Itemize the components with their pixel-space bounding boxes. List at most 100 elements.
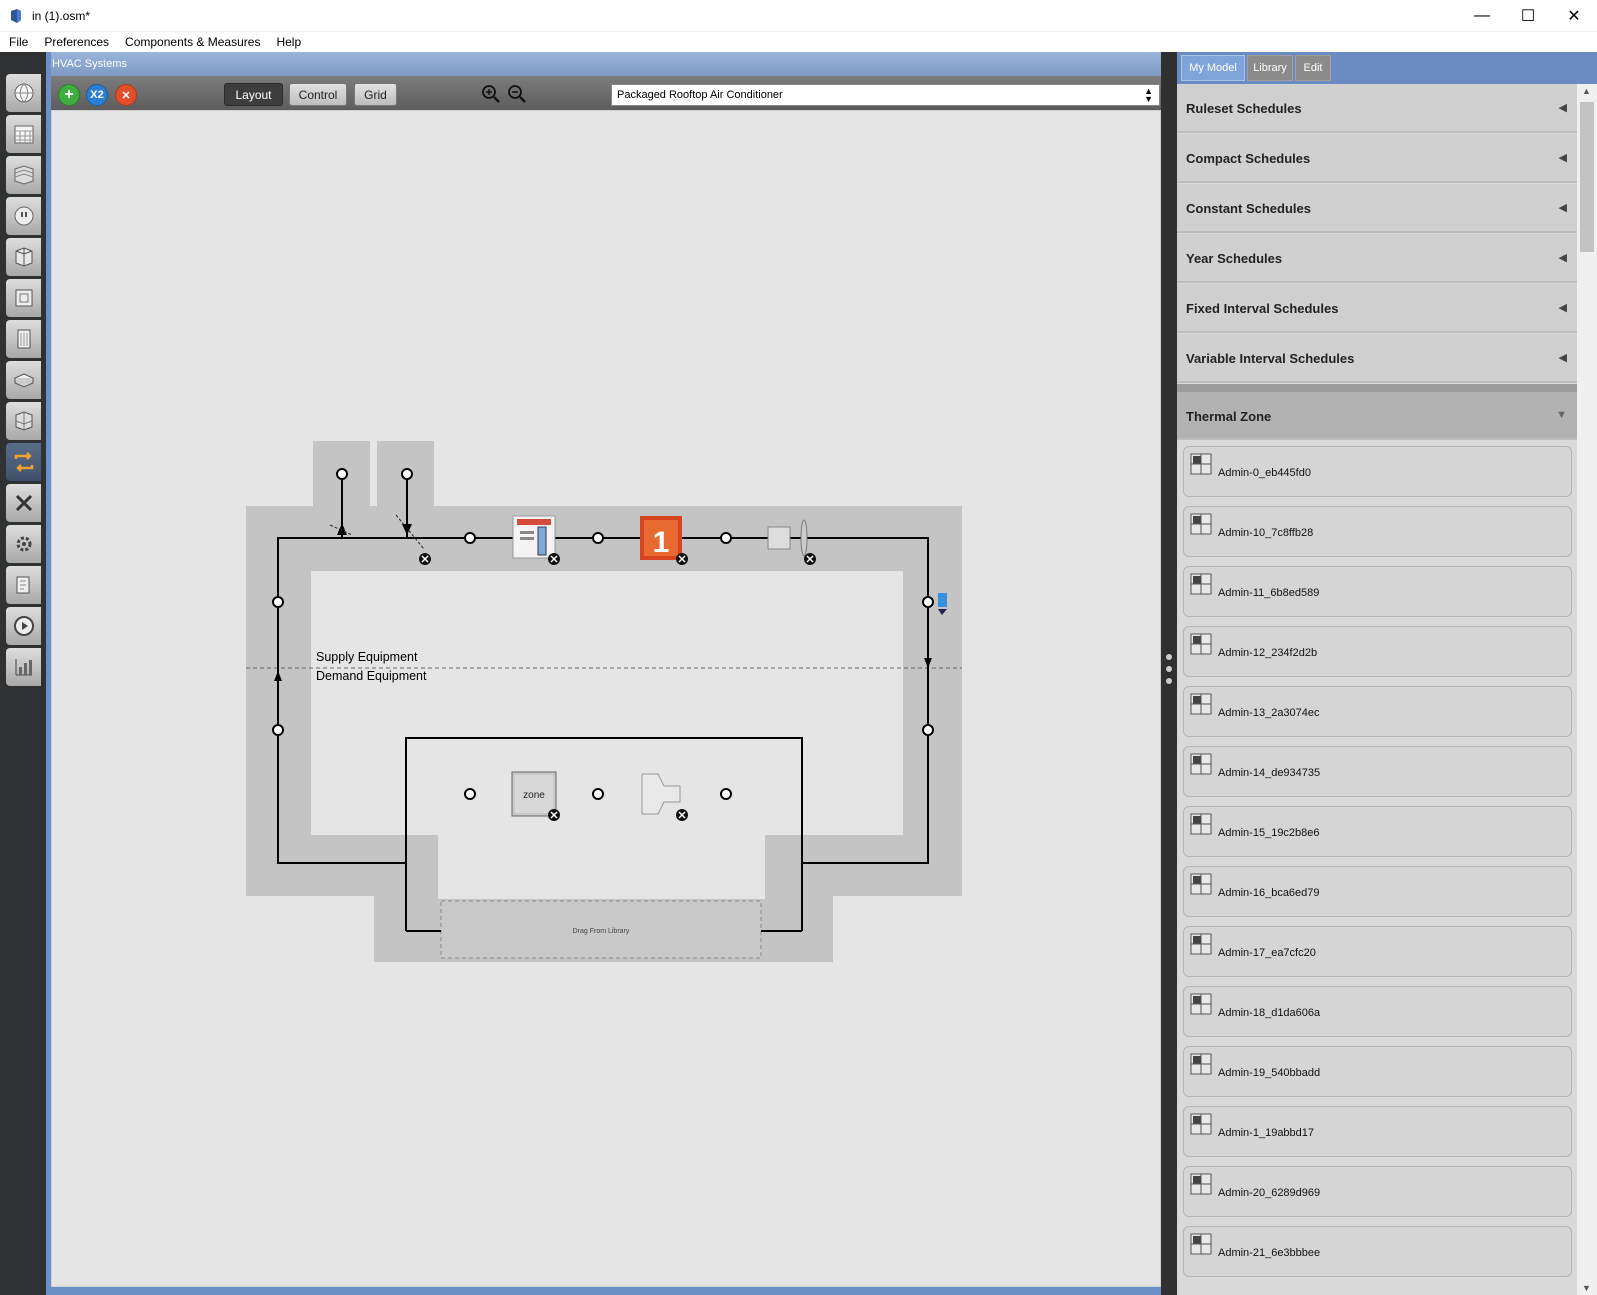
thermal-zone-icon — [1190, 873, 1212, 895]
scroll-up-icon[interactable]: ▲ — [1582, 86, 1591, 96]
results-icon — [15, 659, 32, 676]
constant-schedules-header[interactable]: Constant Schedules ◀ — [1177, 184, 1577, 233]
spaces-tab[interactable] — [6, 361, 41, 399]
run-simulation-tab[interactable] — [6, 607, 41, 645]
collapse-arrow-icon: ◀ — [1558, 102, 1567, 114]
thermal-zone-item[interactable]: Admin-14_de934735 — [1183, 746, 1572, 797]
hvac-systems-tab[interactable] — [6, 443, 41, 481]
right-panel-tabs: My Model Library Edit — [1177, 52, 1597, 84]
ruleset-schedules-header[interactable]: Ruleset Schedules ◀ — [1177, 84, 1577, 133]
output-variables-tab[interactable] — [6, 484, 41, 522]
schedules-tab[interactable] — [6, 115, 41, 153]
thermal-zone-name: Admin-13_2a3074ec — [1218, 707, 1320, 719]
site-tab[interactable] — [6, 74, 41, 112]
thermal-zone-item[interactable]: Admin-17_ea7cfc20 — [1183, 926, 1572, 977]
scrollbar-thumb[interactable] — [1580, 102, 1594, 252]
hvac-toolbar: + X2 ✕ Layout Control Grid Packaged Roof… — [51, 76, 1161, 110]
thermal-zone-item[interactable]: Admin-12_234f2d2b — [1183, 626, 1572, 677]
thermal-zone-item[interactable]: Admin-1_19abbd17 — [1183, 1106, 1572, 1157]
thermal-zone-item[interactable]: Admin-18_d1da606a — [1183, 986, 1572, 1037]
thermal-zone-item[interactable]: Admin-0_eb445fd0 — [1183, 446, 1572, 497]
menu-bar: File Preferences Components & Measures H… — [0, 32, 1597, 52]
thermal-zone-name: Admin-1_19abbd17 — [1218, 1127, 1315, 1139]
right-panel-scrollbar[interactable]: ▲ ▼ — [1577, 84, 1597, 1295]
layout-tab[interactable]: Layout — [224, 83, 283, 106]
loads-icon — [14, 206, 33, 226]
title-bar: in (1).osm* — ☐ ✕ — [0, 0, 1597, 32]
hvac-canvas[interactable]: Drag From Library 1 zone Supply Equipmen… — [51, 110, 1161, 1287]
simulation-settings-tab[interactable] — [6, 525, 41, 563]
menu-help[interactable]: Help — [268, 32, 309, 52]
menu-file[interactable]: File — [0, 32, 36, 52]
delete-icon: ✕ — [121, 89, 131, 102]
collapse-arrow-icon: ◀ — [1558, 302, 1567, 314]
system-select[interactable]: Packaged Rooftop Air Conditioner ▲ ▼ — [611, 84, 1160, 106]
year-schedules-header[interactable]: Year Schedules ◀ — [1177, 234, 1577, 283]
thermal-zone-icon — [1190, 813, 1212, 835]
delete-system-button[interactable]: ✕ — [115, 84, 137, 106]
thermal-zone-item[interactable]: Admin-11_6b8ed589 — [1183, 566, 1572, 617]
thermal-zone-name: Admin-20_6289d969 — [1218, 1187, 1321, 1199]
thermal-zone-icon — [1190, 513, 1212, 535]
section-label: Compact Schedules — [1186, 151, 1311, 166]
splitter-grip-icon — [1166, 654, 1172, 684]
thermal-zone-item[interactable]: Admin-13_2a3074ec — [1183, 686, 1572, 737]
control-tab[interactable]: Control — [289, 83, 347, 106]
measures-icon — [16, 576, 29, 594]
thermal-zone-icon — [1190, 753, 1212, 775]
panel-splitter[interactable] — [1161, 52, 1177, 1295]
measures-tab[interactable] — [6, 566, 41, 604]
close-window-button[interactable]: ✕ — [1551, 0, 1597, 32]
add-system-button[interactable]: + — [58, 84, 80, 106]
thermal-zone-name: Admin-0_eb445fd0 — [1218, 467, 1311, 479]
right-panel: My Model Library Edit Ruleset Schedules … — [1177, 52, 1597, 1295]
compact-schedules-header[interactable]: Compact Schedules ◀ — [1177, 134, 1577, 183]
thermal-zone-item[interactable]: Admin-16_bca6ed79 — [1183, 866, 1572, 917]
thermal-zone-item[interactable]: Admin-15_19c2b8e6 — [1183, 806, 1572, 857]
loads-tab[interactable] — [6, 197, 41, 235]
copy-system-button[interactable]: X2 — [86, 84, 108, 106]
section-label: Ruleset Schedules — [1186, 101, 1302, 116]
thermal-zone-item[interactable]: Admin-20_6289d969 — [1183, 1166, 1572, 1217]
zoom-in-icon[interactable] — [481, 84, 501, 104]
thermal-zone-header[interactable]: Thermal Zone ▼ — [1177, 384, 1577, 440]
thermal-zone-item[interactable]: Admin-21_6e3bbbee — [1183, 1226, 1572, 1277]
thermal-zone-name: Admin-19_540bbadd — [1218, 1067, 1321, 1079]
section-label: Variable Interval Schedules — [1186, 351, 1355, 366]
collapse-arrow-icon: ◀ — [1558, 202, 1567, 214]
tab-edit[interactable]: Edit — [1295, 55, 1331, 81]
tab-my-model[interactable]: My Model — [1181, 55, 1245, 81]
space-types-tab[interactable] — [6, 238, 41, 276]
thermal-zones-icon — [15, 411, 32, 431]
section-label: Thermal Zone — [1186, 409, 1272, 424]
constructions-tab[interactable] — [6, 156, 41, 194]
minimize-button[interactable]: — — [1459, 0, 1505, 32]
spaces-icon — [13, 373, 34, 388]
thermal-zone-item[interactable]: Admin-10_7c8ffb28 — [1183, 506, 1572, 557]
thermal-zone-icon — [1190, 933, 1212, 955]
thermal-zone-icon: zone — [511, 771, 557, 817]
maximize-button[interactable]: ☐ — [1505, 0, 1551, 32]
results-tab[interactable] — [6, 648, 41, 686]
thermal-zones-tab[interactable] — [6, 402, 41, 440]
thermal-zone-item[interactable]: Admin-19_540bbadd — [1183, 1046, 1572, 1097]
schedules-icon — [14, 125, 33, 144]
window-title: in (1).osm* — [32, 8, 91, 23]
menu-preferences[interactable]: Preferences — [36, 32, 117, 52]
grid-tab[interactable]: Grid — [354, 83, 397, 106]
variable-interval-schedules-header[interactable]: Variable Interval Schedules ◀ — [1177, 334, 1577, 383]
supply-equipment-label: Supply Equipment — [316, 650, 418, 664]
fixed-interval-schedules-header[interactable]: Fixed Interval Schedules ◀ — [1177, 284, 1577, 333]
section-label: Year Schedules — [1186, 251, 1283, 266]
scroll-down-icon[interactable]: ▼ — [1582, 1283, 1591, 1293]
thermal-zone-icon — [1190, 1113, 1212, 1135]
menu-components-measures[interactable]: Components & Measures — [117, 32, 268, 52]
thermal-zone-name: Admin-11_6b8ed589 — [1218, 587, 1320, 599]
copy-x2-icon: X2 — [90, 89, 104, 101]
zoom-out-icon[interactable] — [507, 84, 527, 104]
tab-library[interactable]: Library — [1247, 55, 1293, 81]
facility-tab[interactable] — [6, 320, 41, 358]
site-icon — [14, 83, 33, 103]
geometry-tab[interactable] — [6, 279, 41, 317]
thermal-zone-name: Admin-15_19c2b8e6 — [1218, 827, 1320, 839]
